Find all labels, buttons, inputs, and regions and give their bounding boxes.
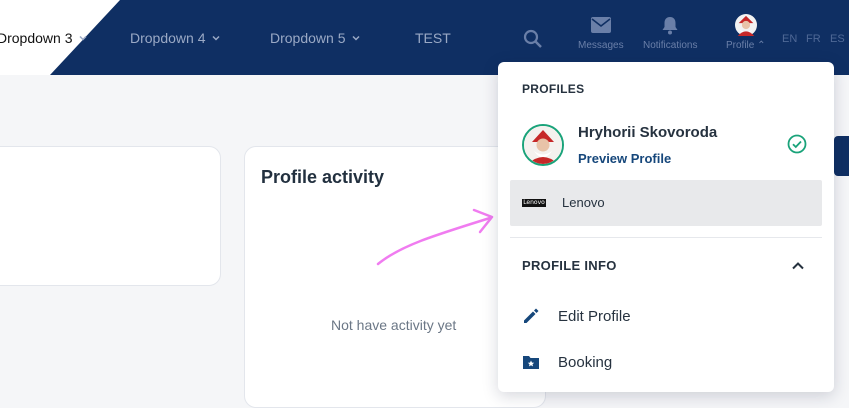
profile-option-label: Lenovo (562, 195, 605, 210)
pencil-icon (522, 307, 540, 325)
chevron-down-icon (211, 34, 220, 42)
preview-profile-link[interactable]: Preview Profile (578, 151, 671, 166)
nav-dropdown-5[interactable]: Dropdown 5 (270, 0, 360, 75)
lenovo-logo: Lenovo (522, 199, 546, 207)
booking-menu-item[interactable]: Booking (522, 350, 612, 374)
profile-info-section-header: PROFILE INFO (522, 258, 617, 273)
activity-empty-message: Not have activity yet (331, 317, 457, 333)
chevron-down-icon (78, 34, 87, 42)
lang-es[interactable]: ES (830, 33, 845, 45)
booking-label: Booking (558, 353, 613, 371)
messages-label: Messages (578, 40, 624, 51)
nav-test-label: TEST (415, 29, 451, 46)
search-icon[interactable] (522, 28, 544, 50)
info-card (0, 146, 221, 286)
divider (510, 237, 822, 238)
folder-star-icon (522, 353, 540, 371)
notifications-button[interactable]: Notifications (643, 14, 697, 64)
annotation-arrow (376, 208, 494, 266)
messages-button[interactable]: Messages (578, 14, 624, 64)
lang-en[interactable]: EN (782, 33, 797, 45)
nav-dropdown-4[interactable]: Dropdown 4 (130, 0, 220, 75)
notifications-label: Notifications (643, 40, 698, 51)
profile-label: Profile ⌃ (726, 40, 766, 51)
nav-dropdown-3-label: Dropdown 3 (0, 29, 73, 46)
profile-name: Hryhorii Skovoroda (578, 124, 718, 141)
nav-dropdown-3[interactable]: Dropdown 3 (0, 0, 87, 75)
envelope-icon (590, 14, 612, 36)
lang-fr[interactable]: FR (806, 33, 821, 45)
avatar[interactable] (522, 124, 564, 166)
check-circle-icon (787, 134, 807, 154)
chevron-up-icon[interactable] (790, 258, 806, 274)
edit-profile-menu-item[interactable]: Edit Profile (522, 304, 631, 328)
nav-test-link[interactable]: TEST (415, 0, 451, 75)
nav-dropdown-4-label: Dropdown 4 (130, 29, 206, 46)
chevron-down-icon (351, 34, 360, 42)
profiles-section-header: PROFILES (522, 82, 585, 96)
profile-menu-button[interactable]: Profile ⌃ (726, 14, 766, 64)
profile-dropdown-menu: PROFILES Hryhorii Skovoroda Preview Prof… (498, 62, 834, 392)
bell-icon (659, 14, 681, 36)
profile-activity-title: Profile activity (261, 167, 385, 187)
avatar (734, 14, 757, 36)
nav-dropdown-5-label: Dropdown 5 (270, 29, 346, 46)
edge-action-button[interactable] (834, 136, 849, 176)
profile-option-lenovo[interactable]: Lenovo Lenovo (510, 180, 822, 226)
edit-profile-label: Edit Profile (558, 307, 631, 325)
